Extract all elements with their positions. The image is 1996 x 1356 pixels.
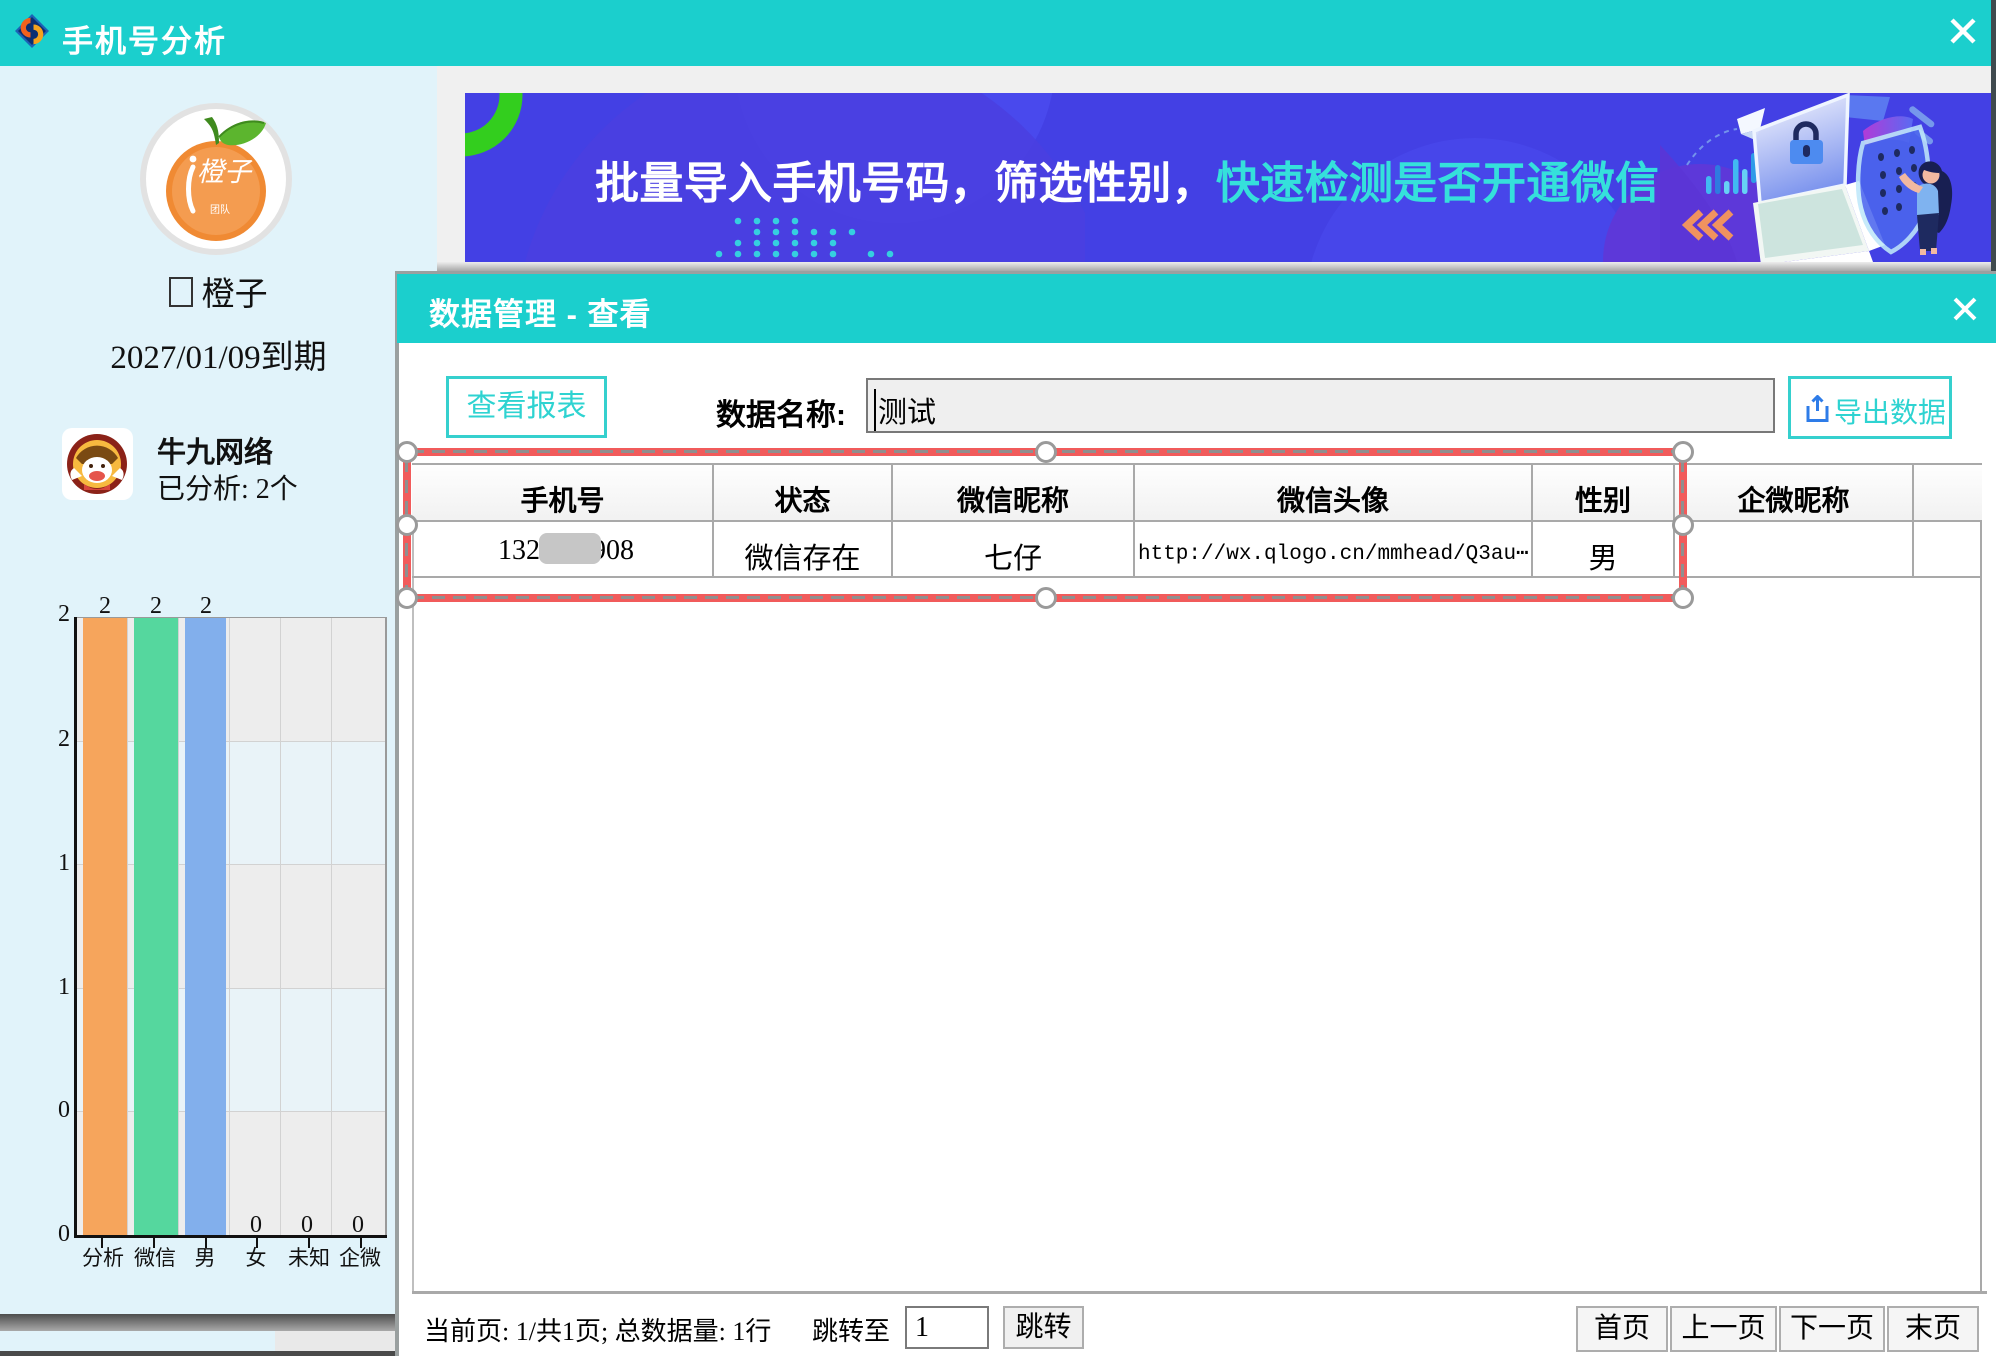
svg-text:橙子: 橙子 xyxy=(197,157,253,187)
svg-text:团队: 团队 xyxy=(210,203,230,216)
svg-text:批量导入手机号码，筛选性别，快速检测是否开通微信: 批量导入手机号码，筛选性别，快速检测是否开通微信 xyxy=(595,159,1659,208)
